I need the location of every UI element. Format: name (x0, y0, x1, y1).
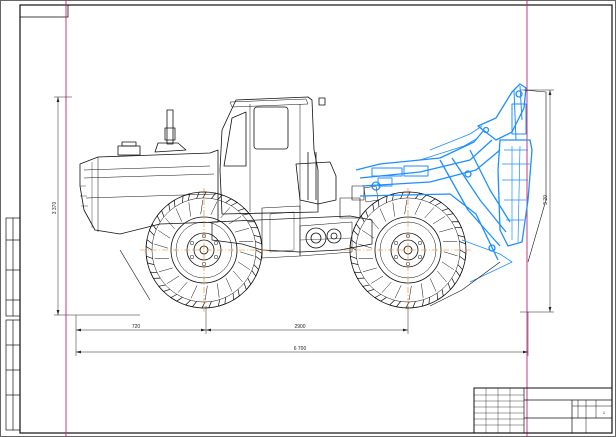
centerlines (140, 188, 472, 312)
tread-lug (237, 208, 250, 216)
sidewall-line (237, 261, 251, 270)
tread-lug (158, 284, 171, 292)
sidewall-line (424, 207, 435, 219)
sidewall-line (439, 227, 454, 233)
sidewall-line (158, 267, 173, 273)
tread-lug (455, 264, 463, 277)
sidewall-line (370, 275, 384, 284)
sidewall-line (414, 201, 422, 215)
sidewall-line (432, 216, 446, 225)
tread-lug (429, 198, 442, 206)
cab (219, 96, 319, 215)
outer-frame (0, 0, 616, 437)
tread-lug (201, 301, 212, 309)
sidewall-line (225, 278, 233, 292)
dim-height: 3 370 (52, 202, 58, 215)
sidewall-line (443, 251, 458, 257)
sidewall-line (228, 216, 242, 225)
tread-lug (243, 277, 252, 291)
sidewall-line (362, 267, 377, 273)
sidewall-line (235, 227, 250, 233)
sidewall-line (429, 278, 437, 292)
attachment-mast (477, 83, 527, 141)
ground-slopes (119, 89, 547, 307)
sidewall-line (421, 283, 424, 298)
tread-lug (405, 301, 416, 309)
tread-lug (360, 209, 369, 223)
corner-box (19, 4, 69, 18)
sidewall-line (157, 230, 171, 239)
tread-lug (170, 294, 183, 302)
inner-frame (19, 4, 613, 434)
sidewall-line (441, 261, 455, 270)
sidewall-line (392, 202, 395, 217)
sidewall-line (188, 202, 191, 217)
sidewall-line (210, 201, 218, 215)
tread-lug (447, 277, 456, 291)
sidewall-line (369, 217, 379, 230)
sidewall-line (200, 199, 204, 215)
tread-lug (255, 249, 263, 262)
sidewall-line (239, 251, 254, 257)
drawing-sheet: 720 2900 6 700 3 370 3 20 1 (0, 0, 616, 437)
sidewall-line (381, 281, 392, 293)
tractor (79, 96, 379, 259)
sidewall-line (379, 208, 387, 222)
tread-lug (362, 284, 375, 292)
sidewall-line (177, 281, 188, 293)
sidewall-line (204, 285, 208, 301)
binding-strip (5, 217, 21, 431)
rear-attachment (355, 83, 533, 283)
tread-lug (441, 208, 454, 216)
sidewall-line (408, 285, 412, 301)
sidewall-line (217, 283, 220, 298)
tread-lug (459, 249, 467, 262)
tread-lug (196, 191, 207, 199)
sidewall-line (190, 285, 198, 299)
sidewall-line (166, 275, 180, 284)
title-block (473, 387, 613, 434)
tread-lug (251, 264, 259, 277)
sheet-number: 1 (603, 410, 606, 415)
tread-lug (156, 209, 165, 223)
sidewall-line (175, 208, 183, 222)
tread-lug (349, 238, 357, 251)
dim-wheelbase: 2900 (294, 324, 305, 330)
sidewall-line (233, 270, 243, 283)
sidewall-line (154, 243, 169, 249)
dim-front-axle: 720 (132, 324, 141, 330)
sidewall-line (404, 199, 408, 215)
sidewall-line (437, 270, 447, 283)
tread-lug (225, 198, 238, 206)
sidewall-line (394, 285, 402, 299)
tread-lug (353, 223, 361, 236)
tread-lug (374, 294, 387, 302)
chassis (211, 215, 373, 253)
dim-overall: 6 700 (294, 346, 307, 352)
cab-window (253, 106, 289, 150)
tread-lug (145, 238, 153, 251)
